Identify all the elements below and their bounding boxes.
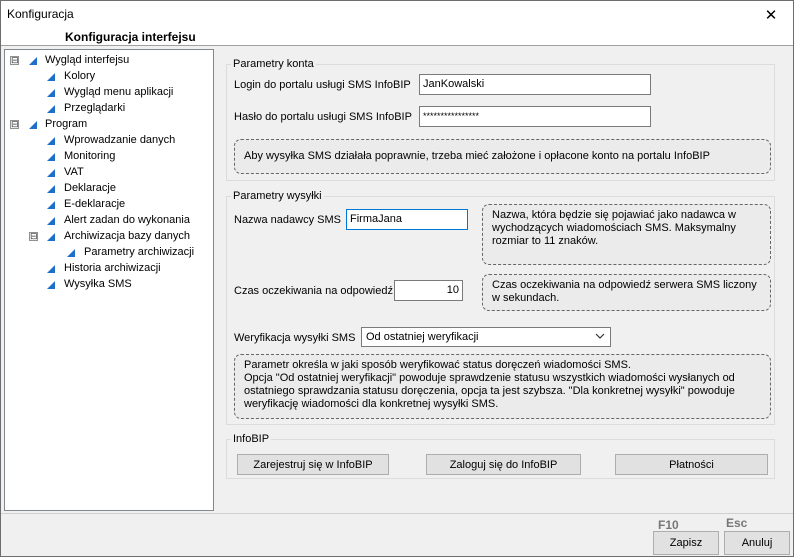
timeout-label: Czas oczekiwania na odpowiedź	[234, 285, 393, 297]
tree-arrow-icon	[47, 201, 55, 209]
tree-item-label: E-deklaracje	[64, 198, 126, 210]
account-note-text: Aby wysyłka SMS działała poprawnie, trze…	[244, 150, 710, 162]
settings-panel: Parametry konta Login do portalu usługi …	[216, 49, 793, 511]
tree-item-label: VAT	[64, 166, 84, 178]
group-title: InfoBIP	[231, 433, 272, 445]
login-label: Login do portalu usługi SMS InfoBIP	[234, 79, 411, 91]
sender-name-field[interactable]: FirmaJana	[346, 209, 468, 230]
verification-label: Weryfikacja wysyłki SMS	[234, 332, 356, 344]
tree-arrow-icon	[47, 265, 55, 273]
tree-arrow-icon	[29, 121, 37, 129]
infobip-group: InfoBIP Zarejestruj się w InfoBIP Zalogu…	[226, 433, 775, 479]
collapse-icon[interactable]: ⊟	[10, 120, 19, 129]
login-infobip-label: Zaloguj się do InfoBIP	[449, 458, 558, 471]
title-bar: Konfiguracja ✕	[1, 1, 793, 28]
sender-note: Nazwa, która będzie się pojawiać jako na…	[482, 204, 771, 265]
tree-arrow-icon	[47, 89, 55, 97]
tree-item-wyglad-menu[interactable]: Wygląd menu aplikacji	[5, 85, 213, 101]
save-button[interactable]: Zapisz	[653, 531, 719, 555]
tree-arrow-icon	[47, 217, 55, 225]
tree-item-wysylka-sms[interactable]: Wysyłka SMS	[5, 277, 213, 293]
close-button[interactable]: ✕	[749, 1, 793, 28]
tree-item-vat[interactable]: VAT	[5, 165, 213, 181]
register-infobip-button[interactable]: Zarejestruj się w InfoBIP	[237, 454, 389, 475]
cancel-shortcut: Esc	[726, 516, 748, 530]
chevron-down-icon	[595, 333, 605, 339]
tree-item-label: Wprowadzanie danych	[64, 134, 176, 146]
window-title: Konfiguracja	[7, 7, 74, 21]
tree-arrow-icon	[47, 153, 55, 161]
dialog-footer: F10 Esc Zapisz Anuluj	[1, 513, 793, 556]
tree-item-label: Wygląd interfejsu	[45, 54, 130, 66]
tree-arrow-icon	[47, 169, 55, 177]
page-title: Konfiguracja interfejsu	[65, 30, 196, 44]
tree-item-kolory[interactable]: Kolory	[5, 69, 213, 85]
group-title: Parametry wysyłki	[231, 190, 324, 202]
send-group: Parametry wysyłki Nazwa nadawcy SMS Firm…	[226, 190, 775, 425]
settings-tree: ⊟ Wygląd interfejsu Kolory Wygląd menu a…	[4, 49, 214, 511]
tree-arrow-icon	[67, 249, 75, 257]
tree-item-label: Parametry archiwizacji	[84, 246, 195, 258]
tree-arrow-icon	[47, 185, 55, 193]
account-note: Aby wysyłka SMS działała poprawnie, trze…	[234, 139, 771, 174]
password-label: Hasło do portalu usługi SMS InfoBIP	[234, 111, 412, 123]
payments-button[interactable]: Płatności	[615, 454, 768, 475]
tree-item-archiwizacja[interactable]: ⊟ Archiwizacja bazy danych	[5, 229, 213, 245]
tree-item-label: Monitoring	[64, 150, 116, 162]
configuration-window: Konfiguracja ✕ Konfiguracja interfejsu ⊟…	[0, 0, 794, 557]
timeout-note: Czas oczekiwania na odpowiedź serwera SM…	[482, 274, 771, 311]
collapse-icon[interactable]: ⊟	[10, 56, 19, 65]
tree-item-deklaracje[interactable]: Deklaracje	[5, 181, 213, 197]
sender-name-label: Nazwa nadawcy SMS	[234, 214, 341, 226]
tree-arrow-icon	[47, 105, 55, 113]
tree-item-label: Archiwizacja bazy danych	[64, 230, 190, 242]
cancel-button[interactable]: Anuluj	[724, 531, 790, 555]
tree-item-program[interactable]: ⊟ Program	[5, 117, 213, 133]
payments-label: Płatności	[669, 458, 714, 471]
verification-note: Parametr określa w jaki sposób weryfikow…	[234, 354, 771, 419]
tree-item-e-deklaracje[interactable]: E-deklaracje	[5, 197, 213, 213]
timeout-field[interactable]: 10	[394, 280, 463, 301]
account-group: Parametry konta Login do portalu usługi …	[226, 58, 775, 181]
tree-arrow-icon	[47, 137, 55, 145]
tree-item-label: Wygląd menu aplikacji	[64, 86, 174, 98]
tree-arrow-icon	[47, 73, 55, 81]
save-shortcut: F10	[658, 518, 679, 532]
tree-item-label: Program	[45, 118, 88, 130]
tree-item-wprowadzanie-danych[interactable]: Wprowadzanie danych	[5, 133, 213, 149]
close-icon: ✕	[764, 6, 778, 24]
tree-arrow-icon	[47, 233, 55, 241]
login-field[interactable]: JanKowalski	[419, 74, 651, 95]
verification-select[interactable]: Od ostatniej weryfikacji	[361, 327, 611, 347]
verification-select-value: Od ostatniej weryfikacji	[366, 331, 479, 343]
tree-item-historia-archiwizacji[interactable]: Historia archiwizacji	[5, 261, 213, 277]
group-title: Parametry konta	[231, 58, 316, 70]
tree-arrow-icon	[47, 281, 55, 289]
tree-item-label: Wysyłka SMS	[64, 278, 132, 290]
collapse-icon[interactable]: ⊟	[29, 232, 38, 241]
tree-item-label: Przeglądarki	[64, 102, 126, 114]
tree-arrow-icon	[29, 57, 37, 65]
login-infobip-button[interactable]: Zaloguj się do InfoBIP	[426, 454, 581, 475]
password-field[interactable]: ****************	[419, 106, 651, 127]
tree-item-label: Deklaracje	[64, 182, 116, 194]
save-label: Zapisz	[669, 537, 703, 549]
tree-item-wyglad-interfejsu[interactable]: ⊟ Wygląd interfejsu	[5, 53, 213, 69]
tree-item-monitoring[interactable]: Monitoring	[5, 149, 213, 165]
tree-item-parametry-archiwizacji[interactable]: Parametry archiwizacji	[5, 245, 213, 261]
cancel-label: Anuluj	[741, 537, 773, 549]
tree-item-label: Kolory	[64, 70, 96, 82]
tree-item-alert-zadan[interactable]: Alert zadan do wykonania	[5, 213, 213, 229]
tree-item-label: Historia archiwizacji	[64, 262, 161, 274]
page-header: Konfiguracja interfejsu	[1, 28, 793, 46]
tree-item-label: Alert zadan do wykonania	[64, 214, 190, 226]
tree-item-przegladarki[interactable]: Przeglądarki	[5, 101, 213, 117]
register-infobip-label: Zarejestruj się w InfoBIP	[253, 458, 373, 471]
